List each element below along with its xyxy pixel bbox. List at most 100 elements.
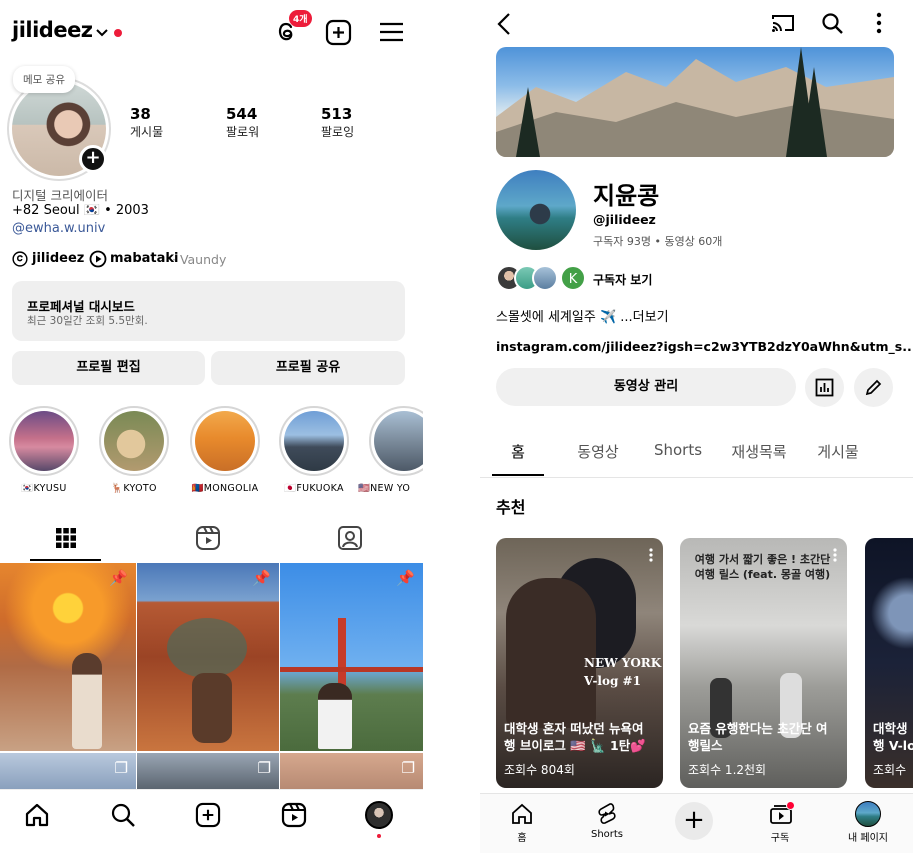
music-title[interactable]: mabataki: [110, 251, 179, 266]
tab-home[interactable]: 홈: [492, 441, 544, 462]
create-icon[interactable]: [195, 802, 221, 828]
profile-nav-avatar[interactable]: [365, 801, 393, 829]
highlight-fukuoka[interactable]: [279, 406, 349, 476]
bio-line: +82 Seoul 🇰🇷 • 2003: [12, 203, 149, 218]
post-thumbnail[interactable]: ❐: [280, 753, 423, 789]
analytics-icon: [815, 378, 834, 397]
following-count[interactable]: 513: [321, 105, 352, 123]
channel-link[interactable]: instagram.com/jilideez?igsh=c2w3YTB2dzY0…: [496, 339, 913, 354]
card-overlay-text: NEW YORK V-log #1: [584, 656, 662, 688]
highlight-label: 🇰🇷KYUSU: [21, 483, 67, 494]
post-thumbnail[interactable]: 📌: [137, 563, 279, 751]
pencil-icon: [865, 379, 882, 396]
reels-tab-icon[interactable]: [195, 525, 221, 551]
notification-dot: [377, 834, 381, 838]
back-arrow-icon[interactable]: [496, 12, 512, 36]
tab-videos[interactable]: 동영상: [570, 441, 626, 462]
tab-posts[interactable]: 게시물: [810, 441, 866, 462]
create-button[interactable]: +: [675, 802, 713, 840]
short-card[interactable]: 여행 가서 짧기 좋은 ! 초간단 여행 릴스 (feat. 몽골 여행) 요즘…: [680, 538, 847, 788]
card-views: 조회수 1.2천회: [688, 763, 767, 777]
card-more-icon[interactable]: [833, 548, 837, 562]
followers-label[interactable]: 팔로워: [226, 123, 259, 140]
subscriber-avatar: [532, 265, 558, 291]
posts-label: 게시물: [130, 125, 164, 139]
view-subscribers-link[interactable]: 구독자 보기: [593, 271, 652, 288]
following-label[interactable]: 팔로잉: [321, 123, 354, 140]
home-icon[interactable]: [24, 802, 50, 828]
highlight-kyusu[interactable]: [9, 406, 79, 476]
card-views: 조회수: [873, 763, 907, 777]
reels-icon[interactable]: [281, 802, 307, 828]
search-icon[interactable]: [110, 802, 136, 828]
channel-meta: 구독자 93명 • 동영상 60개: [593, 235, 723, 248]
share-profile-button[interactable]: 프로필 공유: [211, 351, 405, 385]
new-post-icon[interactable]: [325, 19, 352, 46]
highlight-kyoto[interactable]: [99, 406, 169, 476]
subscriber-avatar: K: [560, 265, 586, 291]
channel-handle: @jilideez: [593, 212, 656, 227]
nav-label-shorts[interactable]: Shorts: [577, 829, 637, 840]
tab-playlists[interactable]: 재생목록: [728, 441, 790, 462]
mountain-illustration: [496, 47, 894, 157]
carousel-icon: ❐: [114, 759, 128, 777]
bio-mention-link[interactable]: @ewha.w.univ: [12, 221, 105, 236]
professional-dashboard[interactable]: 프로페셔널 대시보드 최근 30일간 조회 5.5만회.: [12, 281, 405, 341]
search-icon[interactable]: [821, 12, 844, 35]
pin-icon: 📌: [109, 569, 128, 587]
analytics-button[interactable]: [805, 368, 844, 407]
music-artist: · Vaundy: [172, 252, 227, 267]
carousel-icon: ❐: [257, 759, 271, 777]
menu-icon[interactable]: [379, 21, 404, 43]
shorts-icon[interactable]: [596, 802, 618, 826]
card-title: 대학생 행 V-lo: [873, 721, 913, 753]
channel-description[interactable]: 스몰셋에 세계일주 ✈️ ...더보기: [496, 306, 669, 325]
post-thumbnail[interactable]: 📌: [0, 563, 136, 751]
home-icon[interactable]: [510, 802, 534, 826]
note-bubble[interactable]: 메모 공유: [13, 66, 75, 93]
post-thumbnail[interactable]: 📌: [280, 563, 423, 751]
active-tab-indicator: [492, 474, 544, 476]
threads-small-icon: [12, 251, 28, 267]
tab-divider: [480, 477, 913, 478]
post-thumbnail[interactable]: ❐: [0, 753, 136, 789]
active-tab-indicator: [30, 559, 101, 561]
tagged-tab-icon[interactable]: [337, 525, 363, 551]
post-thumbnail[interactable]: ❐: [137, 753, 279, 789]
followers-count[interactable]: 544: [226, 105, 257, 123]
nav-label-home[interactable]: 홈: [492, 829, 552, 844]
more-options-icon[interactable]: [876, 12, 882, 34]
posts-count: 38: [130, 105, 151, 123]
channel-avatar[interactable]: [496, 170, 576, 250]
edit-profile-button[interactable]: 프로필 편집: [12, 351, 205, 385]
channel-name: 지윤콩: [593, 182, 660, 210]
grid-icon[interactable]: [55, 527, 77, 549]
card-title: 대학생 혼자 떠났던 뉴욕여행 브이로그 🇺🇸 🗽 1탄💕: [504, 721, 646, 753]
chevron-down-icon[interactable]: [96, 28, 108, 38]
nav-label-my-page[interactable]: 내 페이지: [838, 829, 898, 844]
ig-username[interactable]: jilideez: [12, 18, 93, 42]
notification-dot: [114, 29, 122, 37]
pin-icon: 📌: [396, 569, 415, 587]
highlight-label: 🦌KYOTO: [111, 483, 157, 494]
tab-shorts[interactable]: Shorts: [648, 441, 708, 459]
threads-handle-link[interactable]: jilideez: [32, 251, 84, 266]
highlight-newyork[interactable]: [369, 406, 423, 476]
short-card[interactable]: 대학생 행 V-lo 조회수: [865, 538, 913, 788]
threads-badge: 4개: [289, 10, 312, 27]
card-overlay-text: 여행 가서 짧기 좋은 ! 초간단 여행 릴스 (feat. 몽골 여행): [694, 553, 831, 581]
edit-channel-button[interactable]: [854, 368, 893, 407]
highlight-mongolia[interactable]: [190, 406, 260, 476]
card-title: 요즘 유행한다는 초간단 여행릴스: [688, 721, 828, 753]
nav-label-subscriptions[interactable]: 구독: [750, 829, 810, 844]
instagram-profile-screen: jilideez 4개 + 메모 공유 38 게시물 544 팔로워 513 팔…: [0, 0, 423, 853]
card-more-icon[interactable]: [649, 548, 653, 562]
dashboard-subtitle: 최근 30일간 조회 5.5만회.: [27, 315, 148, 327]
my-page-avatar[interactable]: [855, 801, 881, 827]
music-play-icon: [89, 250, 107, 268]
add-story-button[interactable]: +: [79, 145, 107, 173]
channel-banner: [496, 47, 894, 157]
manage-videos-button[interactable]: 동영상 관리: [496, 368, 796, 406]
cast-icon[interactable]: [771, 13, 795, 33]
short-card[interactable]: NEW YORK V-log #1 대학생 혼자 떠났던 뉴욕여행 브이로그 🇺…: [496, 538, 663, 788]
